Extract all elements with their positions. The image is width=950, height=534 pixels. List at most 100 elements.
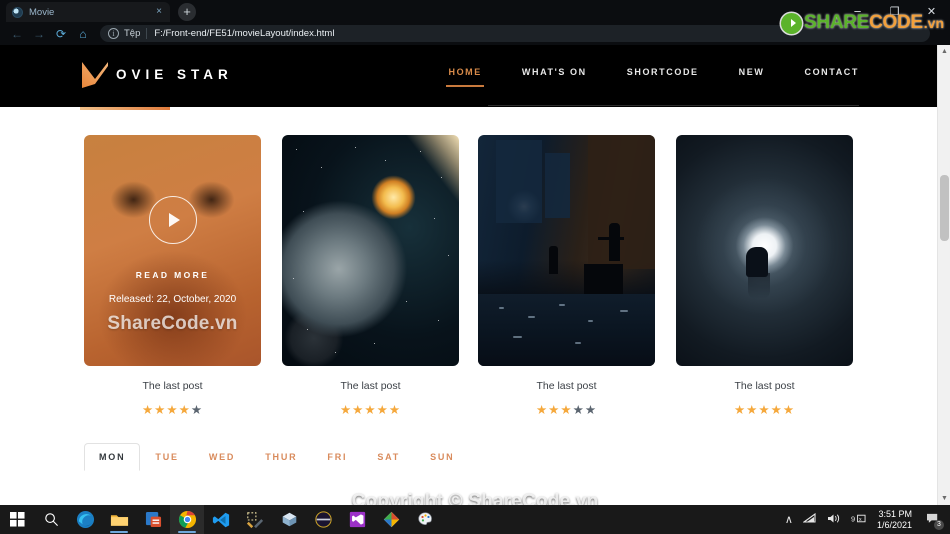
star[interactable]: ★ — [548, 403, 560, 417]
web-page: OVIE STAR HOME WHAT'S ON SHORTCODE NEW C… — [0, 45, 937, 505]
star[interactable]: ★ — [352, 403, 364, 417]
close-icon[interactable]: × — [154, 7, 164, 17]
star[interactable]: ★ — [536, 403, 548, 417]
star[interactable]: ★ — [585, 403, 597, 417]
taskbar-paint[interactable] — [408, 505, 442, 534]
forward-icon[interactable]: → — [28, 24, 50, 44]
minimize-button[interactable]: − — [839, 0, 876, 22]
paint-icon — [417, 512, 432, 525]
input-indicator-icon[interactable]: 9 x — [846, 513, 871, 527]
reload-icon[interactable]: ⟳ — [50, 24, 72, 44]
maximize-button[interactable]: ❐ — [876, 0, 913, 22]
taskbar-visual-studio[interactable] — [340, 505, 374, 534]
taskbar-colors[interactable] — [374, 505, 408, 534]
star[interactable]: ★ — [191, 403, 203, 417]
day-tab-thur[interactable]: THUR — [250, 443, 312, 471]
tab-title: Movie — [29, 6, 55, 18]
release-date: Released: 22, October, 2020 — [108, 294, 237, 305]
play-icon[interactable] — [148, 196, 197, 244]
movie-poster[interactable] — [676, 135, 853, 366]
screen: Movie × + − ❐ ✕ ← → ⟳ ⌂ i Tệp F:/Front-e… — [0, 0, 950, 534]
nav-item-new[interactable]: NEW — [739, 67, 765, 87]
star[interactable]: ★ — [340, 403, 352, 417]
taskbar-cube[interactable] — [272, 505, 306, 534]
wifi-icon[interactable] — [798, 512, 822, 527]
star-rating[interactable]: ★★★★★ — [282, 404, 459, 417]
nav-item-contact[interactable]: CONTACT — [804, 67, 859, 87]
start-button[interactable] — [0, 505, 34, 534]
back-icon[interactable]: ← — [6, 24, 28, 44]
new-tab-button[interactable]: + — [178, 3, 196, 21]
movie-title: The last post — [734, 380, 795, 392]
taskbar-app-red[interactable] — [136, 505, 170, 534]
movie-card[interactable]: The last post ★★★★★ — [676, 135, 853, 417]
svg-text:9: 9 — [851, 514, 855, 523]
star[interactable]: ★ — [154, 403, 166, 417]
taskbar-edge[interactable] — [68, 505, 102, 534]
movie-card[interactable]: The last post ★★★★★ — [478, 135, 655, 417]
star[interactable]: ★ — [560, 403, 572, 417]
close-window-button[interactable]: ✕ — [913, 0, 950, 22]
taskbar-clock[interactable]: 3:51 PM 1/6/2021 — [871, 509, 920, 531]
day-tab-tue[interactable]: TUE — [140, 443, 193, 471]
main-navigation: HOME WHAT'S ON SHORTCODE NEW CONTACT — [446, 67, 859, 87]
omnibox-divider — [146, 28, 148, 39]
day-tab-mon[interactable]: MON — [84, 443, 141, 471]
star[interactable]: ★ — [771, 403, 783, 417]
day-tab-wed[interactable]: WED — [194, 443, 250, 471]
star[interactable]: ★ — [734, 403, 746, 417]
taskbar-vscode[interactable] — [204, 505, 238, 534]
site-logo[interactable]: OVIE STAR — [78, 57, 233, 91]
taskbar-chrome[interactable] — [170, 505, 204, 534]
star[interactable]: ★ — [783, 403, 795, 417]
notification-button[interactable]: 3 — [920, 505, 946, 534]
omnibox-url: F:/Front-end/FE51/movieLayout/index.html — [154, 28, 335, 39]
address-bar[interactable]: i Tệp F:/Front-end/FE51/movieLayout/inde… — [100, 25, 930, 42]
nav-item-shortcode[interactable]: SHORTCODE — [627, 67, 699, 87]
taskbar-file-explorer[interactable] — [102, 505, 136, 534]
star-rating[interactable]: ★★★★★ — [676, 404, 853, 417]
system-tray: ∧ 9 x 3:51 PM 1/6/2021 3 — [780, 505, 950, 534]
star[interactable]: ★ — [746, 403, 758, 417]
movie-card[interactable]: The last post ★★★★★ — [282, 135, 459, 417]
page-scrollbar[interactable]: ▲ ▼ — [937, 45, 950, 505]
star[interactable]: ★ — [377, 403, 389, 417]
taskbar-dark-circle[interactable] — [306, 505, 340, 534]
movie-poster[interactable]: READ MORE Released: 22, October, 2020 Sh… — [84, 135, 261, 366]
window-controls: − ❐ ✕ — [839, 0, 950, 22]
tools-icon — [246, 511, 264, 528]
colors-icon — [383, 511, 399, 528]
chevron-up-icon[interactable]: ∧ — [780, 513, 798, 526]
star-rating[interactable]: ★★★★★ — [84, 404, 261, 417]
home-icon[interactable]: ⌂ — [72, 24, 94, 44]
star[interactable]: ★ — [758, 403, 770, 417]
nav-item-home[interactable]: HOME — [446, 67, 485, 87]
taskbar-tools[interactable] — [238, 505, 272, 534]
day-tab-fri[interactable]: FRI — [312, 443, 362, 471]
movie-poster[interactable] — [478, 135, 655, 366]
speaker-icon[interactable] — [822, 513, 846, 527]
day-tab-sun[interactable]: SUN — [415, 443, 469, 471]
movie-poster[interactable] — [282, 135, 459, 366]
star[interactable]: ★ — [389, 403, 401, 417]
read-more-button[interactable]: READ MORE — [136, 270, 210, 280]
scroll-down-icon[interactable]: ▼ — [938, 492, 950, 505]
scrollbar-thumb[interactable] — [940, 175, 949, 241]
star[interactable]: ★ — [364, 403, 376, 417]
star-rating[interactable]: ★★★★★ — [478, 404, 655, 417]
browser-tab[interactable]: Movie × — [6, 2, 170, 22]
movie-title: The last post — [536, 380, 597, 392]
movie-title: The last post — [340, 380, 401, 392]
star[interactable]: ★ — [142, 403, 154, 417]
scroll-up-icon[interactable]: ▲ — [938, 45, 950, 58]
tab-strip: Movie × + − ❐ ✕ — [0, 0, 950, 22]
star[interactable]: ★ — [179, 403, 191, 417]
day-tab-sat[interactable]: SAT — [362, 443, 415, 471]
star[interactable]: ★ — [166, 403, 178, 417]
movie-card[interactable]: READ MORE Released: 22, October, 2020 Sh… — [84, 135, 261, 417]
clock-date: 1/6/2021 — [876, 519, 912, 530]
logo-m-icon — [82, 62, 108, 88]
star[interactable]: ★ — [573, 403, 585, 417]
nav-item-whats-on[interactable]: WHAT'S ON — [522, 67, 587, 87]
search-button[interactable] — [34, 505, 68, 534]
